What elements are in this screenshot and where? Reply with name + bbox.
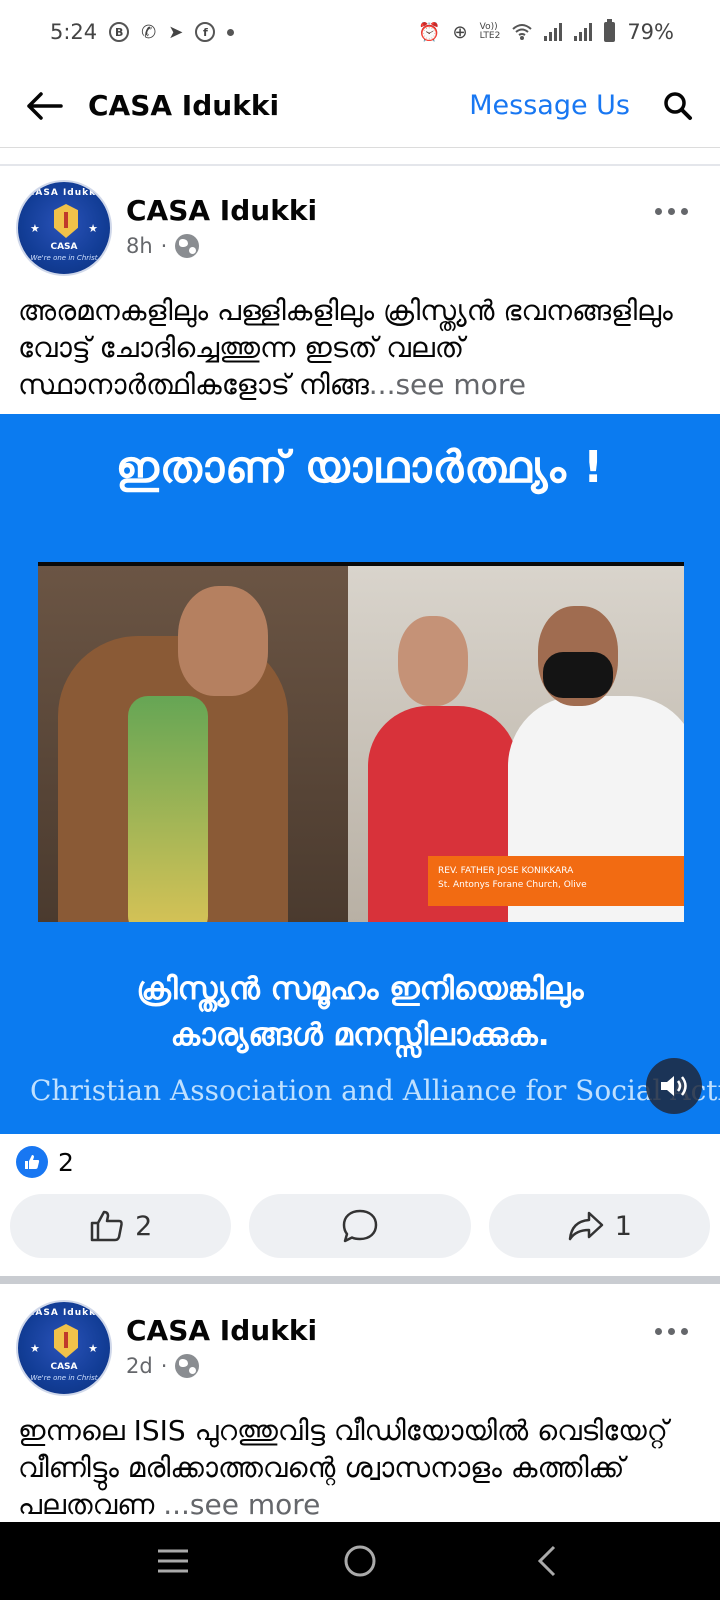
image-headline: ഇതാണ് യാഥാർത്ഥ്യം ! [115, 442, 605, 493]
post: CASA Idukki ★ ★ CASA We're one in Christ… [0, 1288, 720, 1518]
status-bar: 5:24 B ✆ ➤ f ⏰ ⊕ Vo)) LTE2 79% [0, 0, 720, 64]
telegram-icon: ➤ [168, 21, 184, 43]
reaction-count: 2 [58, 1147, 74, 1177]
arrow-left-icon [27, 91, 63, 120]
divider [0, 164, 720, 166]
app-header: CASA Idukki Message Us [0, 64, 720, 148]
data-saver-icon: ⊕ [452, 21, 468, 43]
search-button[interactable] [658, 86, 698, 126]
star-icon: ★ [88, 222, 98, 235]
post-time: 2d [126, 1354, 153, 1378]
emblem-icon [54, 204, 78, 238]
see-more-link[interactable]: ...see more [163, 1488, 320, 1518]
search-icon [664, 91, 692, 120]
image-subtitle: ക്രിസ്ത്യൻ സമൂഹം ഇനിയെങ്കിലും കാര്യങ്ങൾ … [136, 971, 584, 1053]
chevron-left-icon [537, 1545, 555, 1577]
b-icon: B [109, 22, 130, 42]
status-left: 5:24 B ✆ ➤ f [50, 20, 235, 44]
volte-icon: Vo)) LTE2 [479, 22, 501, 41]
alarm-icon: ⏰ [418, 21, 441, 43]
recent-apps-button[interactable] [143, 1531, 203, 1591]
post-header: CASA Idukki ★ ★ CASA We're one in Christ… [0, 168, 720, 280]
page-name[interactable]: CASA Idukki [126, 1314, 317, 1347]
back-button[interactable] [22, 84, 66, 128]
post-time: 8h [126, 234, 153, 258]
video-caption: REV. FATHER JOSE KONIKKARA St. Antonys F… [428, 856, 684, 906]
home-button[interactable] [330, 1531, 390, 1591]
page-title: CASA Idukki [88, 89, 280, 122]
home-circle-icon [344, 1545, 376, 1577]
see-more-link[interactable]: ...see more [369, 368, 526, 401]
action-row: 2 1 [0, 1190, 720, 1262]
battery-percent: 79% [627, 20, 674, 44]
like-button[interactable]: 2 [10, 1194, 232, 1258]
comment-icon [342, 1209, 378, 1243]
message-us-button[interactable]: Message Us [469, 90, 630, 121]
dot-icon [227, 28, 235, 36]
post-text: ഇന്നലെ ISIS പുറത്തുവിട്ട വീഡിയോയിൽ വെടിയ… [0, 1400, 720, 1518]
sound-button[interactable] [646, 1058, 702, 1114]
star-icon: ★ [30, 1342, 40, 1355]
avatar[interactable]: CASA Idukki ★ ★ CASA We're one in Christ [16, 180, 112, 276]
thumbs-up-icon [90, 1210, 123, 1242]
meta-separator: · [160, 1354, 168, 1378]
menu-icon [158, 1549, 189, 1573]
whatsapp-icon: ✆ [141, 21, 157, 43]
video-frame: REV. FATHER JOSE KONIKKARA St. Antonys F… [38, 562, 684, 922]
system-nav-bar [0, 1522, 720, 1600]
avatar[interactable]: CASA Idukki ★ ★ CASA We're one in Christ [16, 1300, 112, 1396]
post-meta: 8h · [126, 234, 200, 258]
signal-icon [544, 23, 563, 41]
image-footer: Christian Association and Alliance for S… [30, 1074, 720, 1107]
post-text: അരമനകളിലും പള്ളികളിലും ക്രിസ്ത്യൻ ഭവനങ്ങ… [18, 294, 673, 401]
star-icon: ★ [88, 1342, 98, 1355]
share-count: 1 [614, 1210, 632, 1242]
facebook-icon: f [195, 22, 216, 42]
more-options-button[interactable] [655, 208, 688, 215]
like-count: 2 [135, 1210, 153, 1242]
speaker-icon [661, 1076, 687, 1096]
star-icon: ★ [30, 222, 40, 235]
share-button[interactable]: 1 [488, 1194, 710, 1258]
clock: 5:24 [50, 20, 98, 44]
comment-button[interactable] [249, 1194, 471, 1258]
back-nav-button[interactable] [517, 1531, 577, 1591]
post-separator [0, 1276, 720, 1284]
signal-icon [574, 23, 593, 41]
post-image[interactable]: ഇതാണ് യാഥാർത്ഥ്യം ! REV. FATHER JOSE KON… [0, 414, 720, 1134]
status-right: ⏰ ⊕ Vo)) LTE2 79% [418, 19, 674, 44]
post-meta: 2d · [126, 1354, 200, 1378]
share-icon [568, 1211, 603, 1241]
battery-icon [604, 19, 616, 42]
globe-icon [175, 234, 200, 258]
more-options-button[interactable] [655, 1328, 688, 1335]
wifi-icon [512, 23, 532, 41]
post-header: CASA Idukki ★ ★ CASA We're one in Christ… [0, 1288, 720, 1400]
like-reaction-icon [16, 1146, 48, 1178]
meta-separator: · [160, 234, 168, 258]
page-name[interactable]: CASA Idukki [126, 194, 317, 227]
globe-icon [175, 1354, 200, 1378]
reactions-summary[interactable]: 2 [0, 1134, 720, 1190]
emblem-icon [54, 1324, 78, 1358]
post: CASA Idukki ★ ★ CASA We're one in Christ… [0, 168, 720, 1262]
